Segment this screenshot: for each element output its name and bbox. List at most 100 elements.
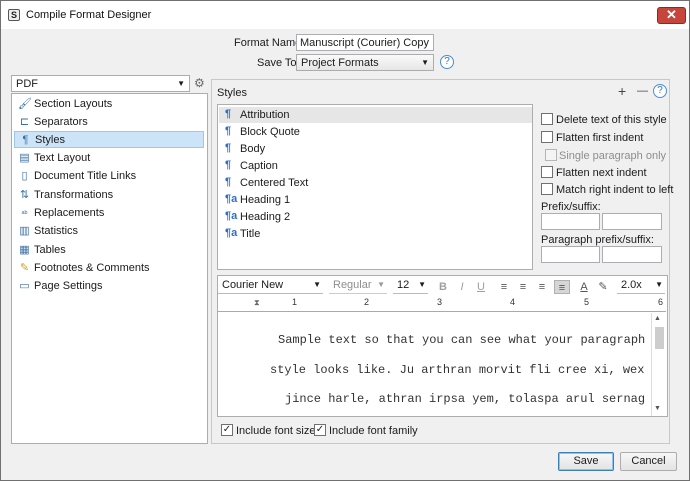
format-name-input[interactable]: Manuscript (Courier) Copy xyxy=(296,34,434,51)
statistics-icon: ▥ xyxy=(19,225,30,237)
align-left-icon[interactable]: ≡ xyxy=(497,280,511,294)
output-format-select[interactable]: PDF ▼ xyxy=(11,75,190,92)
style-item-attribution[interactable]: ¶ Attribution xyxy=(219,107,532,123)
sidebar-item-section-layouts[interactable]: 🖌 Section Layouts xyxy=(14,96,204,113)
sample-text-line: style looks like. Ju arthran morvit fli … xyxy=(270,363,645,377)
style-item-heading-2[interactable]: ¶a Heading 2 xyxy=(219,209,532,225)
sample-text-line: Sample text so that you can see what you… xyxy=(278,333,646,347)
delete-text-checkbox[interactable] xyxy=(541,113,553,125)
app-icon: S xyxy=(8,9,20,21)
single-paragraph-label: Single paragraph only xyxy=(559,150,667,162)
gear-icon[interactable]: ⚙ xyxy=(194,76,205,90)
help-icon[interactable]: ? xyxy=(653,84,667,98)
sample-scrollbar[interactable]: ▲ ▼ xyxy=(651,313,667,416)
indent-marker-icon[interactable]: ⧗ xyxy=(254,298,260,308)
scroll-thumb[interactable] xyxy=(655,327,664,349)
ruler-number: 1 xyxy=(292,297,298,307)
chevron-down-icon: ▼ xyxy=(655,280,663,289)
align-center-icon[interactable]: ≡ xyxy=(516,280,530,294)
character-style-icon: ¶a xyxy=(225,193,238,205)
include-font-family-checkbox[interactable]: ✓ xyxy=(314,424,326,436)
scroll-up-icon[interactable]: ▲ xyxy=(654,315,661,322)
underline-button[interactable]: U xyxy=(474,280,488,294)
separator-icon: ⊏ xyxy=(19,116,30,128)
ruler-number: 3 xyxy=(437,297,443,307)
sidebar-item-footnotes-comments[interactable]: ✎ Footnotes & Comments xyxy=(14,260,204,277)
style-item-centered-text[interactable]: ¶ Centered Text xyxy=(219,175,532,191)
sidebar-item-page-settings[interactable]: ▭ Page Settings xyxy=(14,278,204,295)
styles-icon: ¶ xyxy=(22,134,29,146)
style-item-label: Caption xyxy=(240,160,278,172)
paragraph-prefix-input[interactable] xyxy=(541,246,600,263)
prefix-input[interactable] xyxy=(541,213,600,230)
sidebar-item-statistics[interactable]: ▥ Statistics xyxy=(14,223,204,240)
ruler-number: 5 xyxy=(584,297,590,307)
match-right-indent-checkbox[interactable] xyxy=(541,183,553,195)
help-icon[interactable]: ? xyxy=(440,55,454,69)
sidebar-item-styles[interactable]: ¶ Styles xyxy=(14,131,204,148)
line-spacing-select[interactable]: 2.0x ▼ xyxy=(617,277,665,294)
style-item-body[interactable]: ¶ Body xyxy=(219,141,532,157)
sidebar-item-tables[interactable]: ▦ Tables xyxy=(14,242,204,259)
style-item-title[interactable]: ¶a Title xyxy=(219,226,532,242)
style-item-label: Attribution xyxy=(240,109,290,121)
sidebar-item-label: Statistics xyxy=(34,225,79,237)
style-item-label: Title xyxy=(240,228,261,240)
font-weight-select[interactable]: Regular ▼ xyxy=(329,277,387,294)
transform-icon: ⇅ xyxy=(19,189,30,201)
font-family-select[interactable]: Courier New ▼ xyxy=(218,277,323,294)
paragraph-icon: ¶ xyxy=(225,159,232,171)
align-justify-icon[interactable]: ≡ xyxy=(535,280,549,294)
ruler[interactable]: 2 4 5 6 3 1 ⧗ xyxy=(218,297,666,312)
format-name-label: Format Name: xyxy=(234,37,305,49)
window-title: Compile Format Designer xyxy=(26,9,152,21)
style-item-block-quote[interactable]: ¶ Block Quote xyxy=(219,124,532,140)
replacements-icon: ᵃᵇ xyxy=(21,209,28,218)
sidebar-item-transformations[interactable]: ⇅ Transformations xyxy=(14,187,204,204)
flatten-next-indent-checkbox[interactable] xyxy=(541,166,553,178)
single-paragraph-checkbox[interactable] xyxy=(545,149,557,161)
sidebar-item-replacements[interactable]: ᵃᵇ Replacements xyxy=(14,205,204,222)
page-settings-icon: ▭ xyxy=(19,280,30,292)
font-size-select[interactable]: 12 ▼ xyxy=(393,277,428,294)
text-layout-icon: ▤ xyxy=(19,152,30,164)
font-weight-value: Regular xyxy=(333,279,372,291)
compile-format-designer-window: S Compile Format Designer ✕ Format Name:… xyxy=(0,0,690,481)
italic-button[interactable]: I xyxy=(455,280,469,294)
paragraph-suffix-input[interactable] xyxy=(602,246,662,263)
flatten-first-indent-checkbox[interactable] xyxy=(541,131,553,143)
close-button[interactable]: ✕ xyxy=(657,7,686,24)
paragraph-icon: ¶ xyxy=(225,176,232,188)
brush-icon: 🖌 xyxy=(18,98,32,110)
sidebar-item-label: Section Layouts xyxy=(34,98,113,110)
table-icon: ▦ xyxy=(19,244,30,256)
save-to-select[interactable]: Project Formats ▼ xyxy=(296,54,434,71)
chevron-down-icon: ▼ xyxy=(313,280,321,289)
flatten-first-indent-label: Flatten first indent xyxy=(556,132,644,144)
highlight-icon[interactable]: ✎ xyxy=(596,280,610,294)
sidebar-item-document-title-links[interactable]: ▯ Document Title Links xyxy=(14,168,204,185)
sidebar-item-separators[interactable]: ⊏ Separators xyxy=(14,114,204,131)
scroll-down-icon[interactable]: ▼ xyxy=(654,405,661,412)
suffix-input[interactable] xyxy=(602,213,662,230)
text-color-icon[interactable]: A xyxy=(577,280,591,294)
sidebar-item-text-layout[interactable]: ▤ Text Layout xyxy=(14,150,204,167)
style-item-caption[interactable]: ¶ Caption xyxy=(219,158,532,174)
save-to-value: Project Formats xyxy=(301,57,379,69)
output-format-value: PDF xyxy=(16,78,38,90)
bold-button[interactable]: B xyxy=(436,280,450,294)
align-right-icon[interactable]: ≡ xyxy=(554,280,570,294)
style-item-label: Heading 2 xyxy=(240,211,291,223)
sidebar-item-label: Text Layout xyxy=(34,152,91,164)
paragraph-prefix-suffix-label: Paragraph prefix/suffix: xyxy=(541,234,654,246)
save-button[interactable]: Save xyxy=(558,452,614,471)
include-font-size-checkbox[interactable]: ✓ xyxy=(221,424,233,436)
add-style-button[interactable]: + xyxy=(618,83,626,99)
include-font-family-label: Include font family xyxy=(329,425,418,437)
chevron-down-icon: ▼ xyxy=(177,79,185,88)
cancel-button[interactable]: Cancel xyxy=(620,452,677,471)
remove-style-button[interactable]: — xyxy=(637,85,648,97)
style-item-heading-1[interactable]: ¶a Heading 1 xyxy=(219,192,532,208)
font-size-value: 12 xyxy=(397,279,410,291)
delete-text-label: Delete text of this style xyxy=(556,114,667,126)
